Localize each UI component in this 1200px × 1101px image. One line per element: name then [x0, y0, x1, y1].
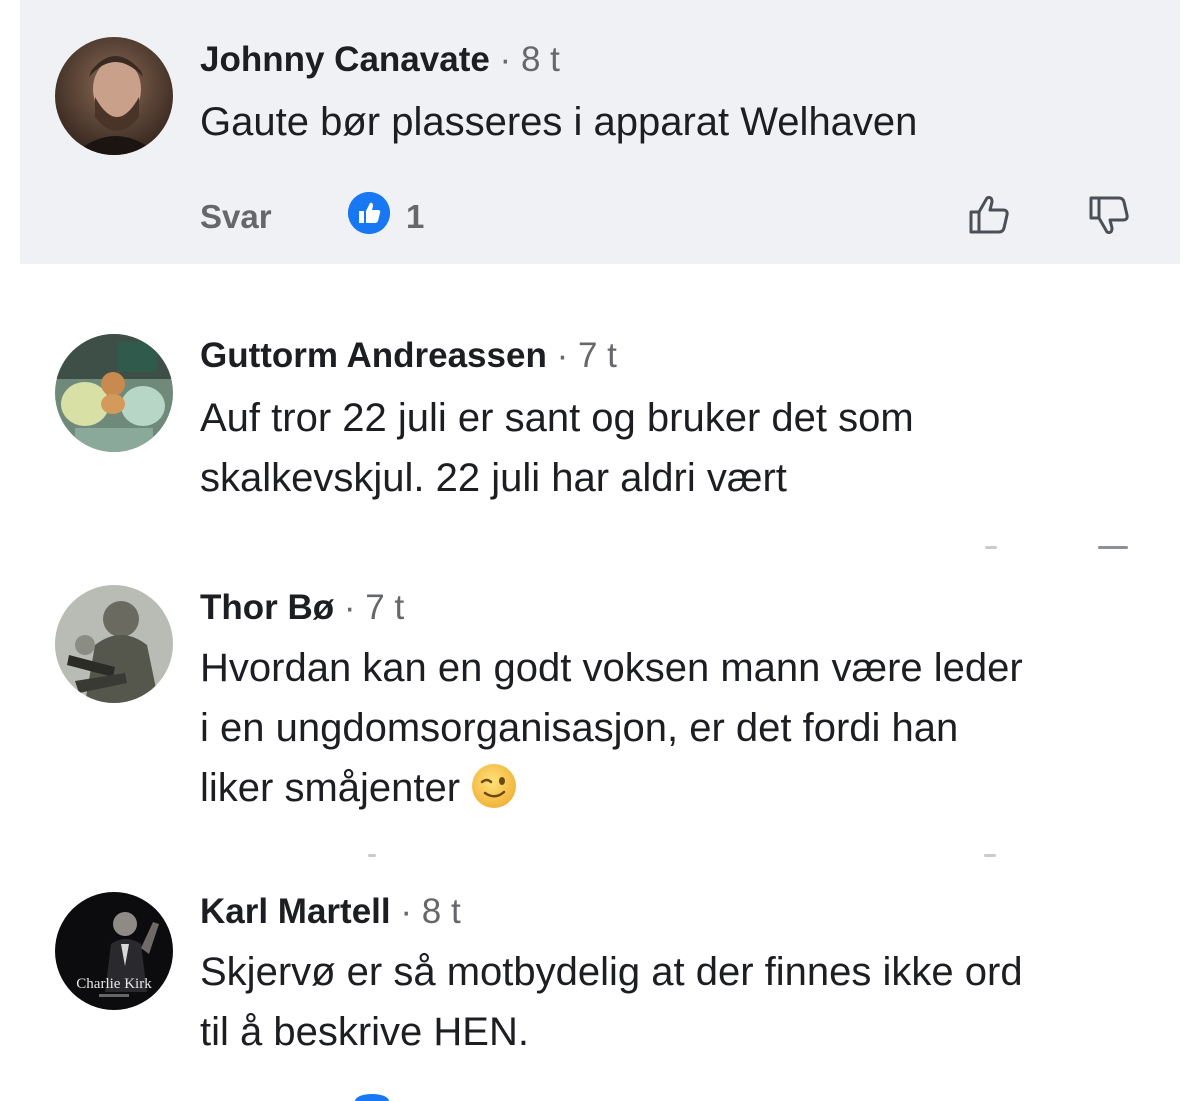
- comment-thread: Johnny Canavate · 8 t Gaute bør plassere…: [0, 0, 1200, 1101]
- comment-text-line: liker småjenter: [200, 758, 1160, 818]
- faint-action-mark: [984, 854, 996, 857]
- comment-thor-bo: Thor Bø · 7 t Hvordan kan en godt voksen…: [0, 570, 1200, 870]
- avatar[interactable]: [55, 37, 173, 155]
- comment-text: Gaute bør plasseres i apparat Welhaven: [200, 100, 918, 144]
- reply-button[interactable]: Svar: [200, 198, 272, 236]
- avatar[interactable]: [55, 585, 173, 703]
- like-count: 1: [406, 198, 425, 235]
- author-line: Guttorm Andreassen · 7 t: [200, 336, 617, 376]
- thumbs-up-outline-icon[interactable]: [965, 192, 1013, 238]
- author-name[interactable]: Guttorm Andreassen: [200, 336, 547, 375]
- like-reaction-icon[interactable]: [348, 192, 390, 234]
- separator-dot: ·: [400, 892, 413, 931]
- thumbs-down-outline-icon[interactable]: [1085, 192, 1133, 238]
- separator-dot: ·: [556, 336, 569, 375]
- comment-text-line: til å beskrive HEN.: [200, 1010, 529, 1054]
- comment-actions: Svar 1: [200, 192, 1140, 242]
- comment-text-fragment: liker småjenter: [200, 766, 461, 810]
- author-name[interactable]: Thor Bø: [200, 588, 334, 627]
- avatar[interactable]: Charlie Kirk: [55, 892, 173, 1010]
- timestamp[interactable]: 8 t: [422, 892, 461, 931]
- faint-action-mark: [985, 546, 997, 549]
- comment-guttorm-andreassen: Guttorm Andreassen · 7 t Auf tror 22 jul…: [0, 320, 1200, 570]
- comment-johnny-canavate: Johnny Canavate · 8 t Gaute bør plassere…: [0, 0, 1200, 264]
- timestamp[interactable]: 7 t: [365, 588, 404, 627]
- author-line: Thor Bø · 7 t: [200, 588, 404, 628]
- comment-text: Hvordan kan en godt voksen mann være led…: [200, 638, 1160, 818]
- separator-dot: ·: [499, 40, 512, 79]
- faint-action-mark: [1098, 546, 1128, 549]
- author-line: Johnny Canavate · 8 t: [200, 40, 560, 80]
- faint-action-mark: [368, 854, 376, 857]
- comment-text-line: Auf tror 22 juli er sant og bruker det s…: [200, 396, 914, 440]
- author-name[interactable]: Johnny Canavate: [200, 40, 490, 79]
- comment-text: Auf tror 22 juli er sant og bruker det s…: [200, 388, 1160, 508]
- comment-text-line: skalkevskjul. 22 juli har aldri vært: [200, 456, 787, 500]
- avatar[interactable]: [55, 334, 173, 452]
- separator-dot: ·: [343, 588, 356, 627]
- comment-karl-martell: Charlie Kirk Karl Martell · 8 t Skjervø …: [0, 880, 1200, 1101]
- comment-text: Skjervø er så motbydelig at der finnes i…: [200, 942, 1160, 1062]
- author-line: Karl Martell · 8 t: [200, 892, 461, 932]
- like-reaction-icon[interactable]: [355, 1094, 389, 1101]
- comment-text-line: Skjervø er så motbydelig at der finnes i…: [200, 950, 1023, 994]
- comment-text-line: Hvordan kan en godt voksen mann være led…: [200, 646, 1023, 690]
- author-name[interactable]: Karl Martell: [200, 892, 391, 931]
- winking-face-icon: [470, 762, 518, 810]
- timestamp[interactable]: 7 t: [578, 336, 617, 375]
- timestamp[interactable]: 8 t: [521, 40, 560, 79]
- comment-text-line: i en ungdomsorganisasjon, er det fordi h…: [200, 706, 959, 750]
- avatar-caption: Charlie Kirk: [76, 976, 152, 992]
